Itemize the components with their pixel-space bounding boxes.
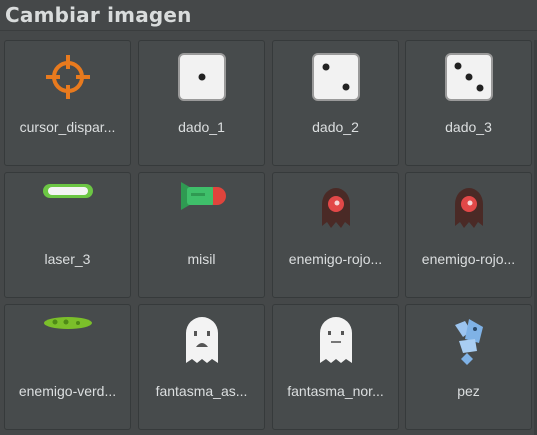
- asset-tile-enemigo-rojo-1[interactable]: enemigo-rojo...: [272, 172, 399, 298]
- asset-label: enemigo-rojo...: [288, 251, 383, 267]
- asset-tile-fantasma-asustado[interactable]: fantasma_as...: [138, 304, 265, 430]
- asset-tile-cursor-disparo[interactable]: cursor_dispar...: [4, 40, 131, 166]
- asset-tile-dado-1[interactable]: dado_1: [138, 40, 265, 166]
- crosshair-icon: [5, 47, 130, 107]
- asset-label: fantasma_nor...: [287, 383, 384, 399]
- die-two-icon: [273, 47, 398, 107]
- die-three-icon: [406, 47, 531, 107]
- scared-ghost-icon: [139, 311, 264, 371]
- asset-label: laser_3: [44, 251, 91, 267]
- asset-tile-dado-2[interactable]: dado_2: [272, 40, 399, 166]
- asset-label: enemigo-rojo...: [421, 251, 516, 267]
- red-enemy-icon: [273, 179, 398, 239]
- green-enemy-icon: [5, 311, 130, 375]
- title-divider: [0, 30, 537, 31]
- red-enemy-icon: [406, 179, 531, 239]
- asset-label: enemigo-verd...: [18, 383, 117, 399]
- dialog-title: Cambiar imagen: [5, 3, 192, 27]
- asset-label: dado_1: [178, 119, 225, 135]
- die-one-icon: [139, 47, 264, 107]
- asset-tile-laser-3[interactable]: laser_3: [4, 172, 131, 298]
- asset-tile-enemigo-rojo-2[interactable]: enemigo-rojo...: [405, 172, 532, 298]
- missile-icon: [139, 179, 264, 239]
- asset-label: pez: [457, 383, 480, 399]
- asset-label: dado_2: [312, 119, 359, 135]
- asset-tile-fantasma-normal[interactable]: fantasma_nor...: [272, 304, 399, 430]
- asset-tile-enemigo-verde[interactable]: enemigo-verd...: [4, 304, 131, 430]
- asset-tile-misil[interactable]: misil: [138, 172, 265, 298]
- asset-tile-pez[interactable]: pez: [405, 304, 532, 430]
- ghost-icon: [273, 311, 398, 371]
- laser-icon: [5, 179, 130, 241]
- asset-tile-dado-3[interactable]: dado_3: [405, 40, 532, 166]
- asset-label: cursor_dispar...: [19, 119, 116, 135]
- asset-label: fantasma_as...: [155, 383, 248, 399]
- fish-icon: [406, 311, 531, 371]
- asset-label: dado_3: [445, 119, 492, 135]
- asset-label: misil: [187, 251, 216, 267]
